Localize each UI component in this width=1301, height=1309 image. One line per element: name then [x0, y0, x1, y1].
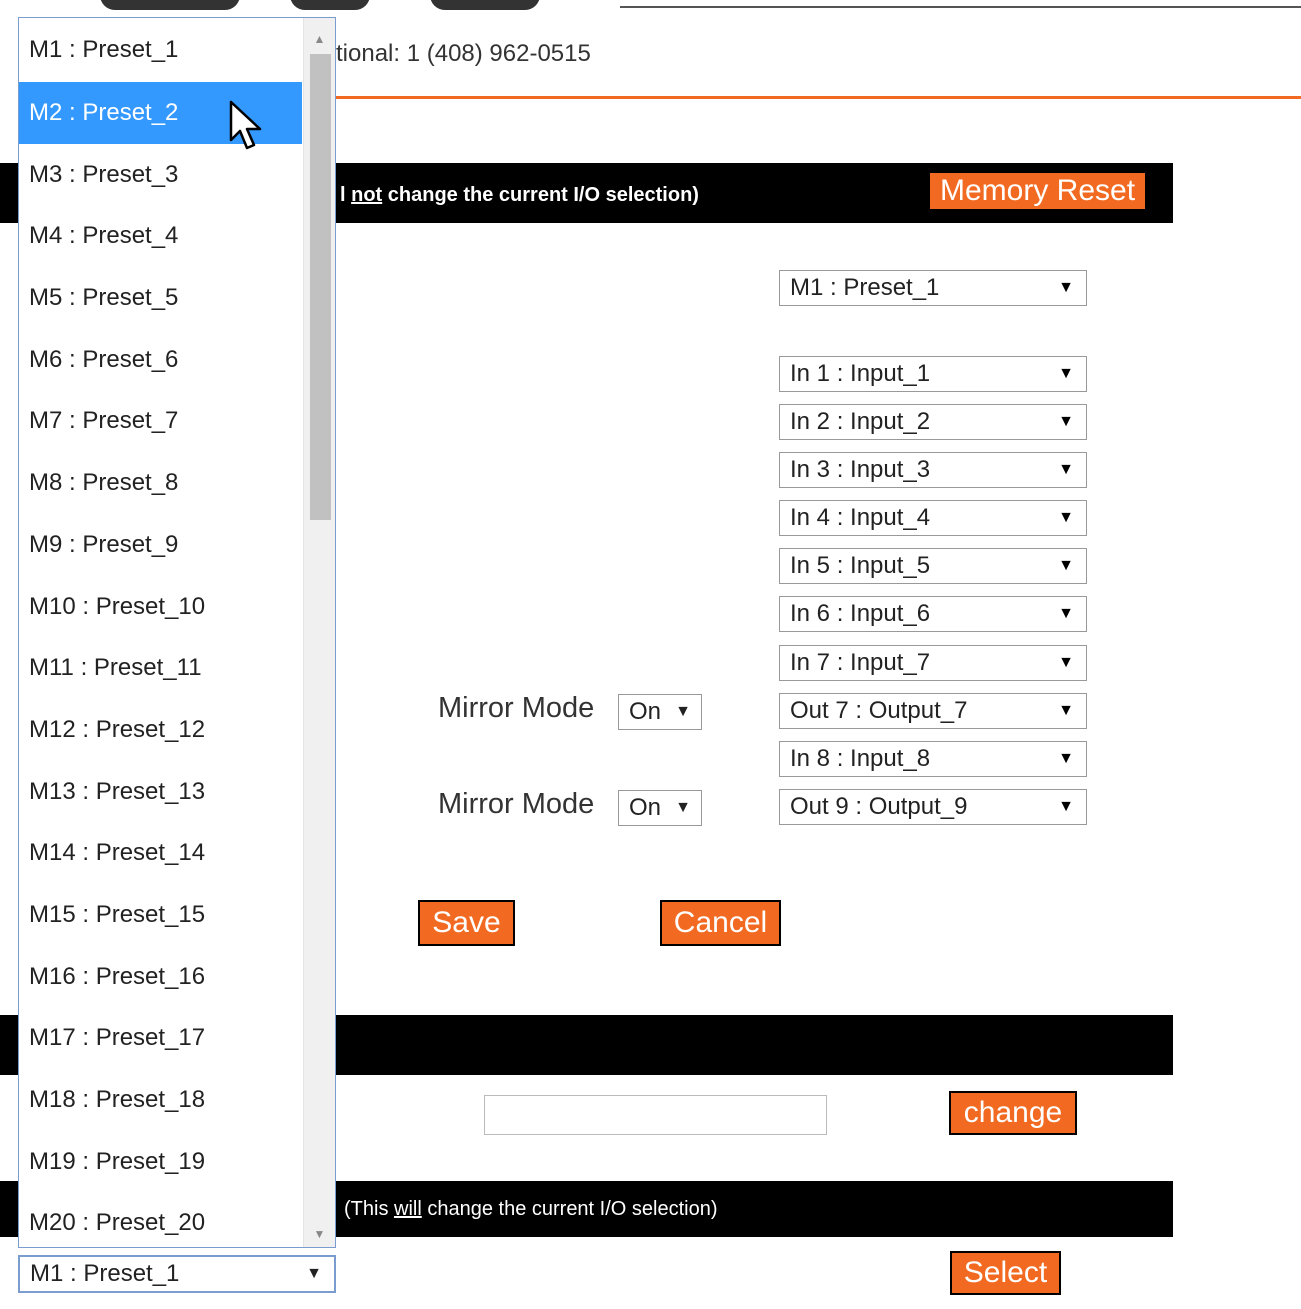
- cancel-button[interactable]: Cancel: [660, 900, 781, 946]
- chevron-down-icon: ▼: [1058, 750, 1074, 767]
- memory-note: l not change the current I/O selection): [340, 184, 699, 207]
- io-select-7[interactable]: In 7 : Input_7 ▼: [779, 645, 1087, 681]
- io-select-value: Out 9 : Output_9: [790, 793, 968, 820]
- memory-note-under: not: [351, 184, 383, 206]
- io-select-value: In 7 : Input_7: [790, 649, 931, 676]
- chevron-down-icon: ▼: [1058, 654, 1074, 671]
- dropdown-option[interactable]: M9 : Preset_9: [19, 514, 302, 576]
- mirror-mode-select[interactable]: On ▼: [618, 694, 702, 730]
- chevron-down-icon: ▼: [1058, 279, 1074, 296]
- chevron-down-icon: ▼: [1058, 605, 1074, 622]
- mouse-cursor-icon: [229, 100, 262, 150]
- mirror-mode-label: Mirror Mode: [438, 692, 595, 724]
- io-select-value: In 1 : Input_1: [790, 360, 931, 387]
- dropdown-option[interactable]: M6 : Preset_6: [19, 329, 302, 391]
- select-note: (This will change the current I/O select…: [344, 1198, 718, 1221]
- io-select-value: In 8 : Input_8: [790, 745, 931, 772]
- dropdown-option[interactable]: M7 : Preset_7: [19, 390, 302, 452]
- memory-reset-button[interactable]: Memory Reset: [928, 171, 1148, 211]
- dropdown-option[interactable]: M10 : Preset_10: [19, 576, 302, 638]
- chevron-down-icon: ▼: [675, 703, 691, 720]
- io-select-2[interactable]: In 2 : Input_2 ▼: [779, 404, 1087, 440]
- dropdown-option[interactable]: M14 : Preset_14: [19, 822, 302, 884]
- dropdown-option[interactable]: M20 : Preset_20: [19, 1192, 302, 1247]
- dropdown-option[interactable]: M5 : Preset_5: [19, 267, 302, 329]
- change-button[interactable]: change: [949, 1091, 1077, 1135]
- io-select-value: In 4 : Input_4: [790, 504, 931, 531]
- scroll-up-icon[interactable]: ▲: [304, 32, 335, 46]
- dropdown-option[interactable]: M17 : Preset_17: [19, 1007, 302, 1069]
- dropdown-option[interactable]: M11 : Preset_11: [19, 637, 302, 699]
- memory-select[interactable]: M1 : Preset_1 ▼: [779, 270, 1087, 306]
- dropdown-option[interactable]: M12 : Preset_12: [19, 699, 302, 761]
- select-note-under: will: [394, 1198, 422, 1220]
- chevron-down-icon: ▼: [1058, 798, 1074, 815]
- memory-select-value: M1 : Preset_1: [790, 274, 940, 301]
- dropdown-option[interactable]: M8 : Preset_8: [19, 452, 302, 514]
- memory-note-pre: l: [340, 184, 352, 206]
- chevron-down-icon: ▼: [306, 1265, 322, 1282]
- contact-phone: tional: 1 (408) 962-0515: [336, 40, 591, 67]
- logo: [100, 0, 620, 14]
- preset-select[interactable]: M1 : Preset_1 ▼: [18, 1255, 336, 1293]
- io-select-4[interactable]: In 4 : Input_4 ▼: [779, 500, 1087, 536]
- dropdown-option[interactable]: M13 : Preset_13: [19, 761, 302, 823]
- io-select-10[interactable]: Out 9 : Output_9 ▼: [779, 789, 1087, 825]
- dropdown-option[interactable]: M15 : Preset_15: [19, 884, 302, 946]
- select-note-post: change the current I/O selection): [421, 1198, 718, 1220]
- dropdown-option[interactable]: M18 : Preset_18: [19, 1069, 302, 1131]
- preset-options: M1 : Preset_1 M2 : Preset_2 M3 : Preset_3 M…: [19, 18, 302, 1247]
- io-select-value: Out 7 : Output_7: [790, 697, 968, 724]
- io-select-8[interactable]: Out 7 : Output_7 ▼: [779, 693, 1087, 729]
- io-select-1[interactable]: In 1 : Input_1 ▼: [779, 356, 1087, 392]
- chevron-down-icon: ▼: [1058, 509, 1074, 526]
- chevron-down-icon: ▼: [1058, 557, 1074, 574]
- save-button[interactable]: Save: [418, 900, 515, 946]
- io-select-3[interactable]: In 3 : Input_3 ▼: [779, 452, 1087, 488]
- mirror-mode-value: On: [629, 698, 662, 725]
- preset-select-value: M1 : Preset_1: [30, 1260, 180, 1287]
- dropdown-option[interactable]: M16 : Preset_16: [19, 946, 302, 1008]
- dropdown-option[interactable]: M1 : Preset_1: [19, 18, 302, 82]
- name-input[interactable]: [484, 1095, 827, 1135]
- io-select-value: In 6 : Input_6: [790, 600, 931, 627]
- io-select-value: In 5 : Input_5: [790, 552, 931, 579]
- mirror-mode-value: On: [629, 794, 662, 821]
- dropdown-scrollbar[interactable]: ▲ ▼: [303, 18, 335, 1247]
- select-note-pre: (This: [344, 1198, 394, 1220]
- chevron-down-icon: ▼: [1058, 702, 1074, 719]
- header-divider: [620, 6, 1301, 8]
- memory-note-post: change the current I/O selection): [382, 184, 699, 206]
- io-select-9[interactable]: In 8 : Input_8 ▼: [779, 741, 1087, 777]
- io-select-6[interactable]: In 6 : Input_6 ▼: [779, 596, 1087, 632]
- chevron-down-icon: ▼: [1058, 413, 1074, 430]
- mirror-mode-label: Mirror Mode: [438, 788, 595, 820]
- chevron-down-icon: ▼: [1058, 365, 1074, 382]
- orange-divider: [336, 96, 1301, 99]
- dropdown-option[interactable]: M19 : Preset_19: [19, 1131, 302, 1193]
- io-select-5[interactable]: In 5 : Input_5 ▼: [779, 548, 1087, 584]
- mirror-mode-select[interactable]: On ▼: [618, 790, 702, 826]
- chevron-down-icon: ▼: [675, 799, 691, 816]
- scroll-down-icon[interactable]: ▼: [304, 1227, 335, 1241]
- preset-dropdown-list[interactable]: M1 : Preset_1 M2 : Preset_2 M3 : Preset_3 M…: [18, 17, 336, 1248]
- chevron-down-icon: ▼: [1058, 461, 1074, 478]
- io-select-value: In 2 : Input_2: [790, 408, 931, 435]
- select-button[interactable]: Select: [950, 1251, 1061, 1295]
- scrollbar-thumb[interactable]: [310, 54, 331, 520]
- io-select-value: In 3 : Input_3: [790, 456, 931, 483]
- dropdown-option[interactable]: M4 : Preset_4: [19, 205, 302, 267]
